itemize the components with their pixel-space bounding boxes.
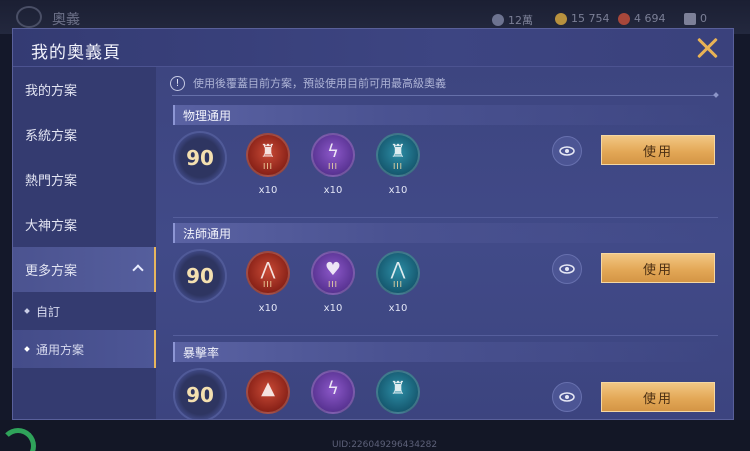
sidebar-subitem-label: 自訂	[36, 304, 61, 319]
emblem-count: x10	[258, 185, 278, 196]
sidebar-subitem-custom[interactable]: 自訂	[13, 292, 156, 330]
info-icon: !	[170, 75, 185, 91]
gem-icon	[492, 14, 504, 26]
plan-section: 法師通用 90 ⋀ III x10 ♥ III x10 ⋀ III x10 使用	[173, 223, 718, 336]
level-badge: 90	[175, 133, 225, 183]
close-icon[interactable]	[695, 36, 719, 60]
sidebar-item-label: 更多方案	[25, 264, 78, 279]
gold-coin-icon	[555, 12, 567, 25]
lightning-emblem-icon[interactable]: ϟ	[311, 370, 355, 414]
sidebar-item-label: 系統方案	[25, 129, 78, 144]
plan-row: 90 ▲ ϟ ♜ 使用	[173, 370, 718, 419]
sidebar-item-pro-plans[interactable]: 大神方案	[13, 202, 156, 247]
resource-value: 0	[700, 12, 707, 25]
emblem-tier: III	[392, 162, 404, 171]
sidebar-item-popular-plans[interactable]: 熱門方案	[13, 157, 156, 202]
plan-section: 物理通用 90 ♜ III x10 ϟ III x10 ♜ III x10 使用	[173, 105, 718, 218]
lightning-emblem-icon[interactable]: ϟ III	[311, 133, 355, 177]
emblem-tier: III	[327, 280, 339, 289]
emblem-tier: III	[392, 280, 404, 289]
divider	[172, 95, 716, 96]
sidebar-item-more-plans[interactable]: 更多方案	[13, 247, 156, 292]
section-title: 暴擊率	[173, 342, 718, 362]
plan-row: 90 ⋀ III x10 ♥ III x10 ⋀ III x10 使用	[173, 251, 718, 336]
resource-gold: 15 754	[555, 12, 610, 25]
preview-eye-button[interactable]	[552, 136, 582, 166]
sidebar: 我的方案 系統方案 熱門方案 大神方案 更多方案 自訂 通用方案	[13, 67, 156, 419]
plan-section: 暴擊率 90 ▲ ϟ ♜ 使用	[173, 342, 718, 419]
resource-tickets: 0	[684, 12, 707, 25]
emblem-tier: III	[262, 280, 274, 289]
ticket-icon	[684, 12, 696, 25]
emblem-tier: III	[327, 162, 339, 171]
section-title: 物理通用	[173, 105, 718, 125]
use-button[interactable]: 使用	[601, 253, 715, 283]
flame-emblem-icon[interactable]: ▲	[246, 370, 290, 414]
resource-gems: 12萬	[492, 12, 533, 28]
resource-diamonds: 4 694	[618, 12, 666, 25]
emblem-tier: III	[262, 162, 274, 171]
resource-value: 12萬	[508, 14, 533, 27]
divider	[173, 335, 718, 336]
arch-emblem-icon[interactable]: ⋀ III	[246, 251, 290, 295]
preview-eye-button[interactable]	[552, 382, 582, 412]
modal-title: 我的奧義頁	[31, 43, 121, 63]
heart-emblem-icon[interactable]: ♥ III	[311, 251, 355, 295]
uid-label: UID:226049296434282	[332, 440, 438, 450]
eye-icon	[559, 392, 575, 402]
level-badge: 90	[175, 251, 225, 301]
background-title: 奧義	[52, 12, 80, 28]
section-title: 法師通用	[173, 223, 718, 243]
emblem-count: x10	[323, 185, 343, 196]
emblem-page-modal: 我的奧義頁 我的方案 系統方案 熱門方案 大神方案 更多方案 自訂 通用方案 !…	[12, 28, 734, 420]
plan-row: 90 ♜ III x10 ϟ III x10 ♜ III x10 使用	[173, 133, 718, 218]
back-icon[interactable]	[16, 6, 42, 28]
sidebar-item-label: 我的方案	[25, 84, 78, 99]
warrior-emblem-icon[interactable]: ♜ III	[376, 133, 420, 177]
emblem-count: x10	[323, 303, 343, 314]
sidebar-item-label: 大神方案	[25, 219, 78, 234]
bullet-icon	[24, 308, 30, 314]
sidebar-item-my-plans[interactable]: 我的方案	[13, 67, 156, 112]
diamond-icon	[618, 12, 630, 25]
divider	[173, 217, 718, 218]
emblem-count: x10	[258, 303, 278, 314]
use-button[interactable]: 使用	[601, 382, 715, 412]
level-badge: 90	[175, 370, 225, 419]
sidebar-subitem-general[interactable]: 通用方案	[13, 330, 156, 368]
eye-icon	[559, 264, 575, 274]
plans-content: ! 使用後覆蓋目前方案，預設使用目前可用最高級奧義 物理通用 90 ♜ III x…	[156, 67, 733, 419]
modal-header: 我的奧義頁	[13, 29, 733, 67]
preview-eye-button[interactable]	[552, 254, 582, 284]
resource-value: 4 694	[634, 12, 666, 25]
sidebar-item-label: 熱門方案	[25, 174, 78, 189]
chevron-up-icon	[132, 264, 144, 276]
emblem-count: x10	[388, 303, 408, 314]
resource-value: 15 754	[571, 12, 610, 25]
use-button[interactable]: 使用	[601, 135, 715, 165]
warrior-emblem-icon[interactable]: ♜	[376, 370, 420, 414]
sidebar-item-system-plans[interactable]: 系統方案	[13, 112, 156, 157]
arch-emblem-icon[interactable]: ⋀ III	[376, 251, 420, 295]
eye-icon	[559, 146, 575, 156]
notice-bar: ! 使用後覆蓋目前方案，預設使用目前可用最高級奧義	[170, 73, 446, 93]
warrior-emblem-icon[interactable]: ♜ III	[246, 133, 290, 177]
bullet-icon	[24, 346, 30, 352]
notice-text: 使用後覆蓋目前方案，預設使用目前可用最高級奧義	[193, 77, 446, 90]
sidebar-subitem-label: 通用方案	[36, 342, 85, 357]
emblem-count: x10	[388, 185, 408, 196]
